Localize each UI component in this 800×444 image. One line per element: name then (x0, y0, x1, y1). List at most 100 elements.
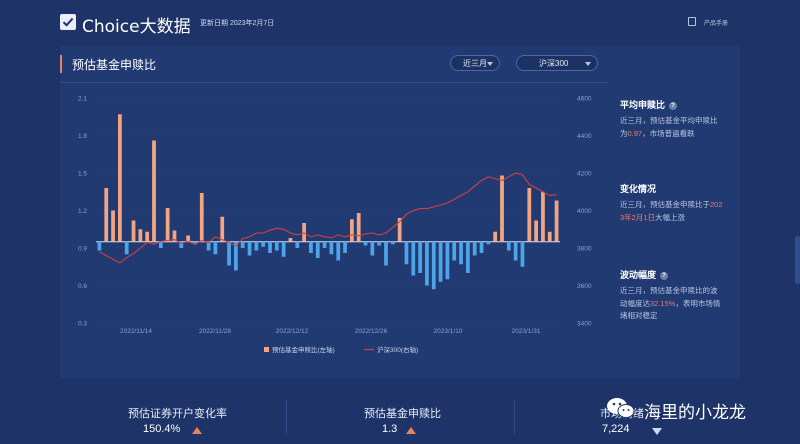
help-icon[interactable]: ? (669, 101, 678, 110)
insight-average-value: 0.97 (627, 128, 643, 138)
bar (506, 241, 511, 251)
insight-volatility-pre: 动幅度达 (620, 298, 650, 308)
left-tick-label: 1.2 (78, 208, 87, 215)
bar (452, 241, 457, 261)
left-tick-label: 0.9 (78, 246, 87, 253)
bar-series (97, 114, 559, 290)
manual-link[interactable]: 产品手册 (704, 18, 728, 27)
left-tick-label: 1.5 (78, 171, 87, 178)
bar (377, 241, 382, 246)
bar (493, 231, 498, 242)
stat-value-fund-ratio: 1.3 (382, 423, 398, 435)
bar (213, 241, 218, 255)
insight-average-pre: 为 (620, 128, 628, 138)
insight-average-title: 平均申赎比 (620, 100, 666, 110)
bar (240, 241, 245, 248)
bar (220, 216, 225, 242)
checkbox-logo-icon (60, 14, 76, 30)
bar (302, 223, 306, 242)
bar (295, 241, 300, 248)
x-axis: 2022/11/14 2022/11/28 2022/12/12 2022/12/26… (120, 328, 541, 335)
bar (438, 241, 443, 282)
bar (145, 231, 150, 242)
bar (227, 241, 231, 266)
bar (479, 241, 484, 253)
app-title: Choice大数据 (82, 17, 191, 37)
x-tick-label: 2022/12/26 (355, 328, 388, 335)
bar (425, 241, 429, 286)
x-tick-label: 2023/1/10 (434, 328, 463, 335)
left-tick-label: 2.1 (78, 96, 87, 103)
bar (554, 200, 559, 242)
bar (356, 213, 361, 242)
insight-change-date-b: 3年2月1日 (620, 212, 656, 222)
bar (541, 191, 545, 242)
bar (486, 241, 491, 245)
bar (322, 241, 327, 248)
bar (309, 241, 313, 253)
insight-volatility-line3: 绪相对稳定 (620, 311, 658, 320)
bar (418, 241, 422, 273)
bar (158, 241, 163, 248)
bar (411, 241, 416, 276)
arrow-up-icon (406, 427, 416, 434)
bar (336, 241, 341, 261)
left-tick-label: 1.8 (78, 133, 87, 140)
right-axis: 4600 4400 4200 4000 3800 3600 3400 (577, 96, 592, 328)
insight-change: 变化情况 近三月，预估基金申赎比于202 3年2月1日大幅上涨 (620, 182, 740, 224)
right-tick-label: 4000 (577, 208, 592, 215)
bar (384, 241, 388, 266)
bar (186, 235, 190, 242)
legend-label-bar: 预估基金申赎比(左轴) (272, 345, 335, 354)
chart-legend: 预估基金申赎比(左轴) 沪深300(右轴) (264, 345, 418, 354)
insight-change-title: 变化情况 (620, 184, 657, 194)
bar (527, 188, 532, 242)
chart-grid (96, 97, 560, 324)
bar (431, 241, 436, 290)
bar (199, 193, 204, 242)
right-tick-label: 4600 (577, 96, 592, 103)
bar (520, 241, 525, 267)
insight-average-post: ，市场普遍看跌 (642, 128, 695, 138)
bar (472, 241, 477, 256)
bar (97, 241, 102, 251)
help-icon[interactable]: ? (660, 271, 669, 280)
scrollbar-handle[interactable] (795, 236, 800, 284)
bar (500, 175, 504, 242)
left-axis: 2.1 1.8 1.5 1.2 0.9 0.6 0.3 (78, 96, 87, 328)
bar (466, 241, 470, 273)
bar (268, 241, 272, 253)
bar (288, 238, 293, 242)
bar (390, 241, 395, 245)
bar (363, 241, 368, 246)
legend-label-line: 沪深300(右轴) (377, 345, 418, 354)
legend-swatch-bar (264, 347, 269, 352)
watermark-text: 海里的小龙龙 (644, 403, 746, 423)
bar (165, 208, 170, 242)
bar (547, 231, 552, 242)
bar (152, 140, 156, 242)
right-tick-label: 4200 (577, 171, 592, 178)
insight-change-date-a: 202 (710, 200, 723, 209)
bar (247, 241, 252, 256)
manual-icon[interactable] (688, 17, 696, 26)
bar (206, 241, 211, 251)
bar (104, 188, 109, 242)
watermark: 海里的小龙龙 (606, 396, 790, 423)
x-tick-label: 2022/12/12 (276, 328, 309, 335)
chart-panel: 预估基金申赎比 近三月 沪深300 2.1 1.8 1.5 1.2 0.9 0.6 0.3 … (60, 46, 740, 378)
arrow-down-icon (652, 428, 662, 435)
stats-divider (514, 400, 515, 434)
insight-volatility-value: 32.15% (650, 298, 676, 308)
bar (281, 241, 286, 257)
left-tick-label: 0.6 (78, 283, 87, 290)
bar (274, 241, 279, 251)
insight-volatility-line1: 近三月，预估基金申赎比的波 (620, 286, 718, 295)
bar (124, 241, 129, 255)
left-tick-label: 0.3 (78, 321, 87, 328)
x-tick-label: 2022/11/14 (120, 328, 152, 335)
right-tick-label: 3600 (577, 283, 592, 290)
bar (315, 241, 320, 258)
stat-label-account-change: 预估证券开户变化率 (128, 408, 227, 420)
bar (513, 241, 518, 261)
